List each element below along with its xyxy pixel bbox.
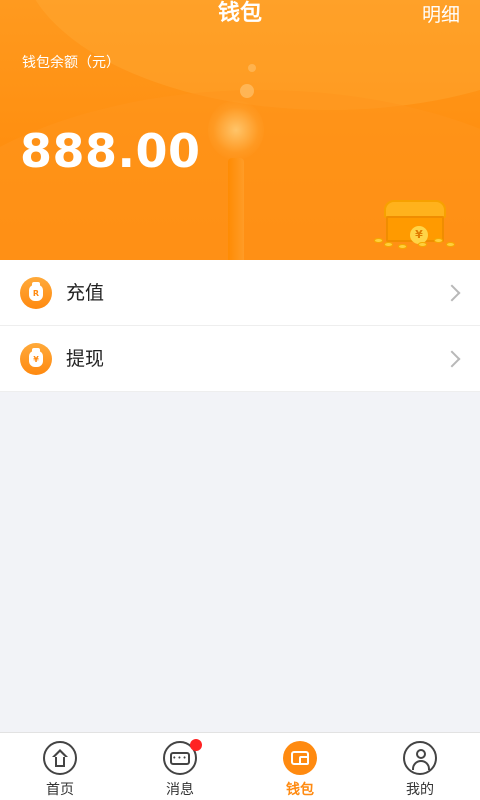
candle-decoration (228, 158, 244, 260)
balance-amount: 888.00 (20, 124, 201, 178)
tab-messages-label: 消息 (166, 782, 194, 798)
message-bubble: ••• (170, 752, 190, 765)
wallet-header-banner: 钱包 明细 钱包余额（元） 888.00 ¥ (0, 0, 480, 260)
withdraw-row[interactable]: ¥ 提现 (0, 326, 480, 392)
tab-wallet-label: 钱包 (286, 782, 314, 798)
scattered-coins-decoration (372, 232, 462, 250)
tab-wallet[interactable]: 钱包 (240, 733, 360, 800)
coin-decoration (446, 242, 455, 247)
wallet-shape (291, 751, 309, 765)
coin-decoration (398, 244, 407, 249)
withdraw-label: 提现 (66, 348, 105, 370)
page-title: 钱包 (217, 1, 262, 26)
bottom-tab-bar: 首页 ••• 消息 钱包 我的 (0, 732, 480, 800)
chevron-right-icon (443, 350, 461, 368)
bag-symbol: R (32, 289, 40, 298)
spark-decoration (248, 64, 256, 72)
wallet-icon (283, 741, 317, 775)
detail-link[interactable]: 明细 (422, 2, 460, 28)
chevron-right-icon (443, 284, 461, 302)
notification-badge (190, 739, 202, 751)
wallet-action-list: R 充值 ¥ 提现 (0, 260, 480, 392)
home-icon (43, 741, 77, 775)
coin-decoration (418, 242, 427, 247)
tab-home[interactable]: 首页 (0, 733, 120, 800)
candle-glow-decoration (208, 100, 264, 160)
recharge-row[interactable]: R 充值 (0, 260, 480, 326)
spark-decoration (240, 84, 254, 98)
tab-home-label: 首页 (46, 782, 74, 798)
home-body (55, 757, 65, 767)
balance-label: 钱包余额（元） (22, 55, 120, 71)
tab-profile[interactable]: 我的 (360, 733, 480, 800)
coin-decoration (434, 238, 443, 243)
user-body (412, 760, 430, 770)
home-roof (52, 749, 68, 757)
coin-decoration (384, 242, 393, 247)
money-bag-yuan-icon: ¥ (20, 343, 52, 375)
wallet-screen: 钱包 明细 钱包余额（元） 888.00 ¥ R 充值 ¥ 提现 首页 ••• … (0, 0, 480, 800)
user-icon (403, 741, 437, 775)
bag-symbol: ¥ (33, 355, 39, 364)
money-bag-icon: R (20, 277, 52, 309)
coin-decoration (374, 238, 383, 243)
tab-messages[interactable]: ••• 消息 (120, 733, 240, 800)
recharge-label: 充值 (66, 282, 105, 304)
user-head (416, 749, 426, 759)
tab-profile-label: 我的 (406, 782, 434, 798)
